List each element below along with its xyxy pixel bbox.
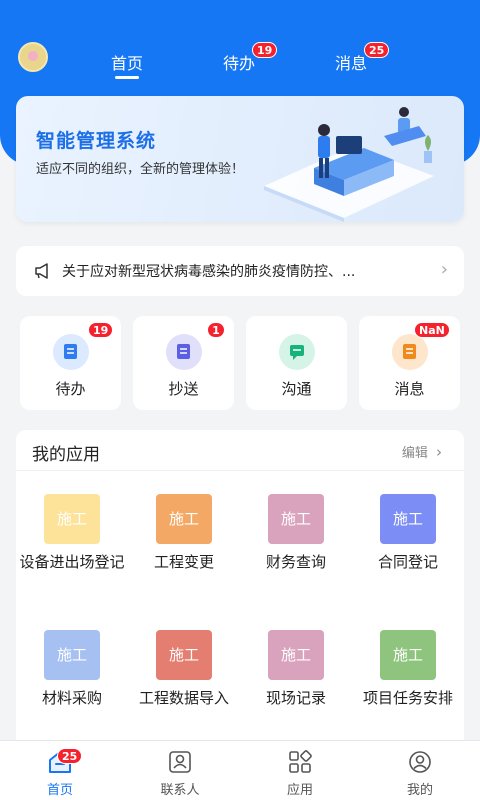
quick-chat[interactable]: 沟通 (246, 316, 347, 410)
quick-messages-label: 消息 (394, 380, 425, 398)
app-label: 工程变更 (153, 553, 214, 571)
app-data-import[interactable]: 施工 工程数据导入 (128, 630, 240, 709)
quick-todo[interactable]: 19 待办 (20, 316, 121, 410)
nav-profile[interactable]: 我的 (360, 749, 480, 798)
tab-messages-label: 消息 (335, 54, 368, 73)
apps-grid-icon (289, 750, 312, 773)
quick-cc-label: 抄送 (168, 380, 199, 398)
app-engineering-change[interactable]: 施工 工程变更 (128, 494, 240, 573)
app-label: 合同登记 (377, 553, 438, 571)
app-task-arrangement[interactable]: 施工 项目任务安排 (352, 630, 464, 709)
app-contract-registration[interactable]: 施工 合同登记 (352, 494, 464, 573)
bottom-nav: 首页 25 联系人 应用 我的 (0, 740, 480, 800)
tab-todo[interactable]: 待办 (223, 50, 255, 74)
quick-cc-badge: 1 (207, 322, 225, 338)
tab-home-label: 首页 (111, 54, 144, 73)
quick-messages[interactable]: NaN 消息 (359, 316, 460, 410)
app-label: 工程数据导入 (138, 689, 229, 707)
cc-icon (166, 334, 202, 370)
app-material-procurement[interactable]: 施工 材料采购 (16, 630, 128, 709)
app-label: 设备进出场登记 (19, 553, 125, 571)
tab-messages[interactable]: 消息 (335, 50, 367, 74)
construction-icon: 施工 (268, 630, 324, 680)
quick-cc[interactable]: 1 抄送 (133, 316, 234, 410)
tab-todo-badge: 19 (252, 42, 278, 58)
app-label: 财务查询 (265, 553, 326, 571)
megaphone-icon (35, 263, 48, 279)
quick-messages-badge: NaN (414, 322, 450, 338)
construction-icon: 施工 (156, 630, 212, 680)
tab-messages-badge: 25 (364, 42, 390, 58)
construction-icon: 施工 (268, 494, 324, 544)
message-icon (392, 334, 428, 370)
nav-apps-label: 应用 (286, 783, 313, 798)
notice-text: 关于应对新型冠状病毒感染的肺炎疫情防控、... (62, 264, 356, 280)
construction-icon: 施工 (44, 630, 100, 680)
profile-icon (409, 751, 431, 773)
tab-home[interactable]: 首页 (111, 50, 144, 79)
tab-todo-label: 待办 (223, 54, 256, 73)
quick-chat-label: 沟通 (281, 380, 312, 398)
todo-icon (53, 334, 89, 370)
nav-contacts[interactable]: 联系人 (120, 749, 240, 798)
chevron-right-icon: › (436, 443, 442, 461)
construction-icon: 施工 (380, 494, 436, 544)
banner-title: 智能管理系统 (36, 130, 157, 152)
construction-icon: 施工 (44, 494, 100, 544)
construction-icon: 施工 (156, 494, 212, 544)
carousel-indicator (216, 209, 230, 222)
office-illustration-icon (264, 107, 434, 222)
apps-edit-label: 编辑 (401, 446, 428, 461)
divider (16, 470, 464, 471)
app-finance-query[interactable]: 施工 财务查询 (240, 494, 352, 573)
apps-section-title: 我的应用 (32, 445, 100, 465)
apps-edit-button[interactable]: 编辑 › (402, 442, 442, 461)
nav-home-label: 首页 (46, 783, 73, 798)
quick-todo-badge: 19 (88, 322, 114, 338)
promo-banner[interactable]: 智能管理系统 适应不同的组织，全新的管理体验！ (16, 96, 464, 222)
app-label: 项目任务安排 (362, 689, 453, 707)
nav-profile-label: 我的 (406, 783, 433, 798)
app-label: 现场记录 (265, 689, 326, 707)
contacts-icon (169, 751, 191, 773)
construction-icon: 施工 (380, 630, 436, 680)
nav-apps[interactable]: 应用 (240, 749, 360, 798)
app-label: 材料采购 (41, 689, 102, 707)
quick-todo-label: 待办 (55, 380, 86, 398)
notice-bar[interactable]: 关于应对新型冠状病毒感染的肺炎疫情防控、... › (16, 246, 464, 296)
nav-home-badge: 25 (57, 748, 83, 764)
app-equipment-registration[interactable]: 施工 设备进出场登记 (16, 494, 128, 573)
my-apps-panel: 我的应用 编辑 › 施工 设备进出场登记 施工 工程变更 施工 财务查询 施工 … (16, 430, 464, 750)
app-site-record[interactable]: 施工 现场记录 (240, 630, 352, 709)
chat-icon (279, 334, 315, 370)
banner-subtitle: 适应不同的组织，全新的管理体验！ (36, 162, 245, 177)
chevron-right-icon: › (440, 259, 448, 280)
app-logo[interactable] (18, 42, 48, 72)
nav-contacts-label: 联系人 (160, 783, 200, 798)
